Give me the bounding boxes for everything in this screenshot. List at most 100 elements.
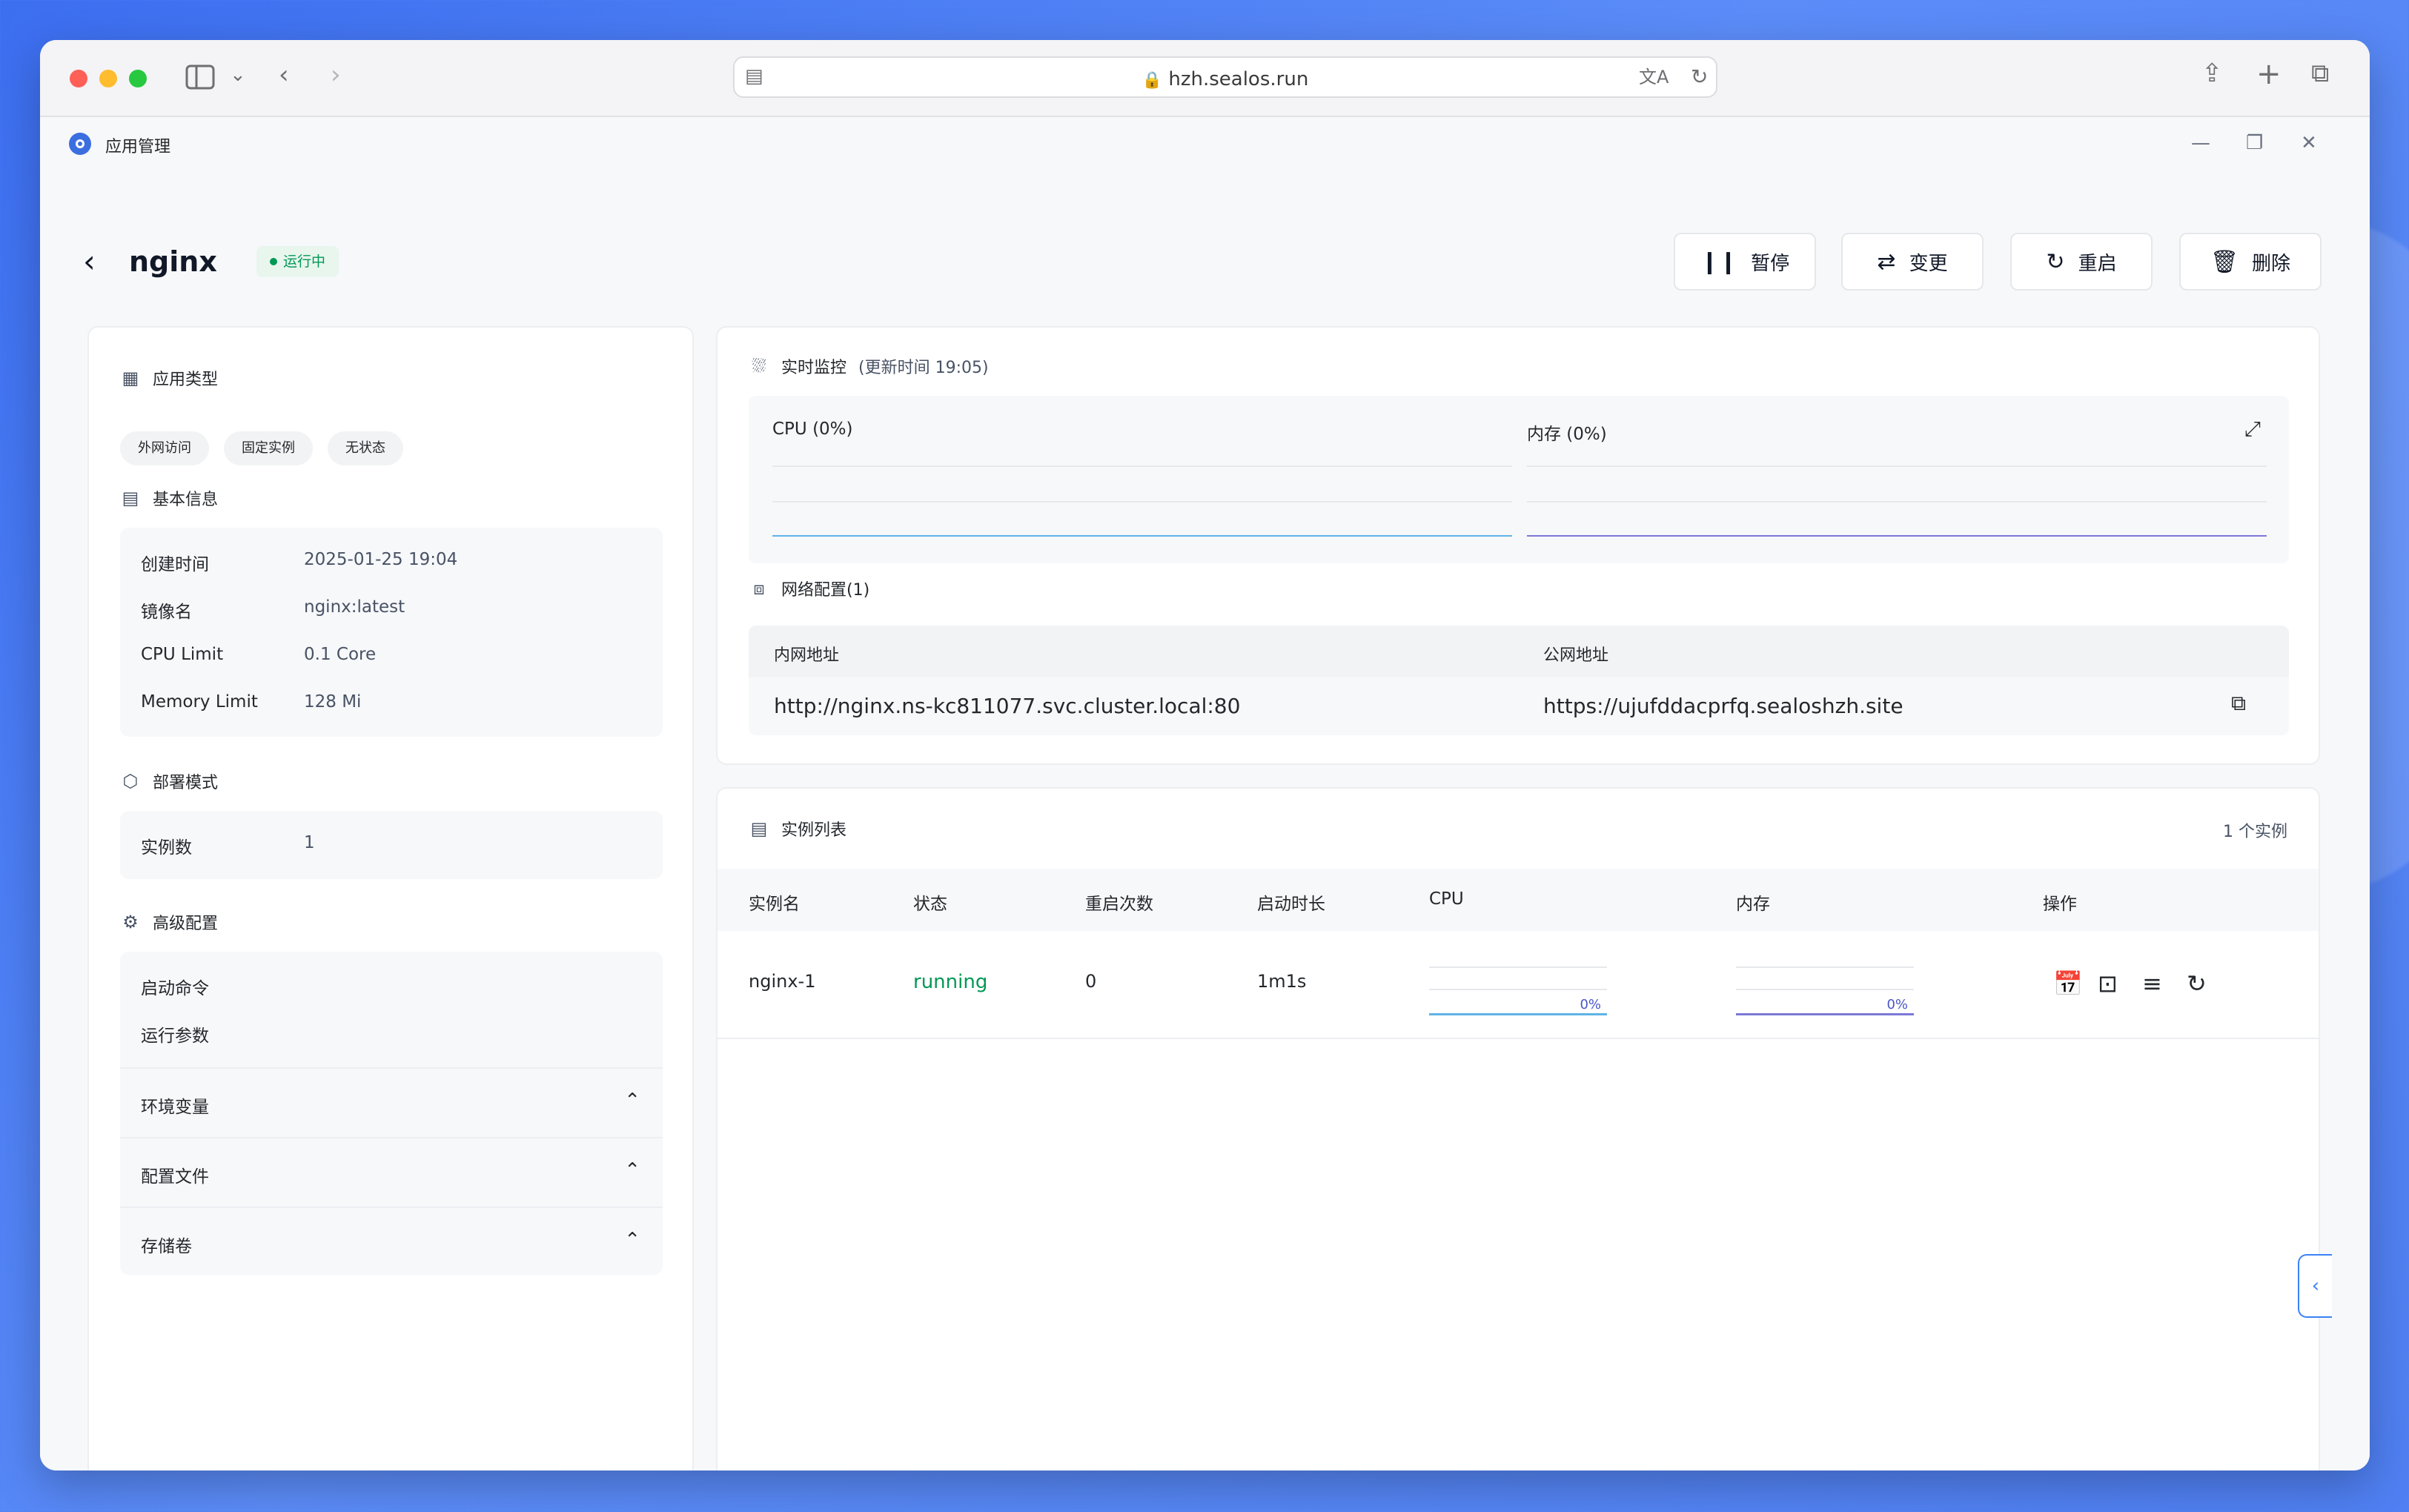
run-args-label: 运行参数 (141, 1027, 209, 1046)
minimize-app-icon[interactable]: — (2191, 132, 2210, 154)
instance-memory-chart: 0% (1736, 966, 1914, 1015)
memory-gridline (1527, 465, 2267, 467)
monitor-network-card: ⛆ 实时监控 (更新时间 19:05) CPU (0%) 内存 (0%) ⤢ ⧈… (716, 326, 2320, 765)
events-icon[interactable]: 📅 (2053, 969, 2083, 998)
image-name-value: nginx:latest (304, 597, 405, 617)
trash-icon: 🗑 (2210, 248, 2239, 275)
back-arrow-icon[interactable]: ‹ (279, 62, 289, 87)
cpu-gridline (772, 465, 1512, 467)
chevron-down-icon[interactable]: ⌄ (230, 65, 246, 84)
env-vars-accordion[interactable]: 环境变量 ⌃ (120, 1067, 663, 1135)
memory-chart-line (1736, 1013, 1914, 1015)
storage-volumes-accordion[interactable]: 存储卷 ⌃ (120, 1207, 663, 1275)
app-name: nginx (129, 245, 217, 278)
restart-button[interactable]: ↻ 重启 (2010, 233, 2153, 291)
app-info-panel: ▦ 应用类型 外网访问 固定实例 无状态 ▤ 基本信息 创建时间 2025-01… (87, 326, 694, 1470)
col-memory: 内存 (1736, 895, 1770, 914)
instance-uptime: 1m1s (1257, 971, 1307, 992)
browser-window: ⌄ ‹ › ▤ 🔒 hzh.sealos.run 文A ↻ ⇪ + ⧉ 应用管理… (40, 40, 2370, 1470)
tag-stateless: 无状态 (328, 431, 403, 465)
share-icon[interactable]: ⇪ (2201, 61, 2223, 86)
monitor-title: ⛆ 实时监控 (更新时间 19:05) (749, 354, 989, 378)
monitor-icon: ⛆ (752, 356, 766, 377)
cpu-limit-value: 0.1 Core (304, 645, 377, 664)
app-title: 应用管理 (105, 138, 171, 156)
public-address-header: 公网地址 (1543, 646, 1609, 665)
cpu-chart-gridline (1429, 966, 1607, 968)
memory-limit-value: 128 Mi (304, 692, 362, 712)
minimize-window-button[interactable] (99, 70, 117, 87)
advanced-config-box: 启动命令 运行参数 环境变量 ⌃ 配置文件 ⌃ 存储卷 ⌃ (120, 952, 663, 1275)
lock-icon: 🔒 (1141, 71, 1163, 90)
internal-address-header: 内网地址 (774, 646, 840, 665)
chevron-up-icon: ⌃ (624, 1159, 640, 1181)
memory-chart-gridline (1736, 966, 1914, 968)
instance-memory-value: 0% (1886, 997, 1908, 1012)
address-bar[interactable]: ▤ 🔒 hzh.sealos.run 文A ↻ (733, 56, 1717, 98)
instance-count: 1 个实例 (2223, 823, 2287, 841)
document-icon: ▤ (122, 488, 139, 508)
tab-overview-icon[interactable]: ⧉ (2311, 61, 2329, 86)
cpu-baseline (772, 535, 1512, 537)
col-status: 状态 (913, 895, 947, 914)
gear-icon: ⚙ (122, 912, 139, 932)
deploy-mode-title: ⬡ 部署模式 (120, 769, 219, 793)
change-button[interactable]: ⇄ 变更 (1841, 233, 1984, 291)
cube-icon: ⬡ (122, 771, 139, 792)
cpu-usage-label: CPU (0%) (772, 420, 853, 439)
app-logo-icon (67, 130, 93, 160)
instance-status: running (913, 971, 988, 993)
network-table-header: 内网地址 公网地址 (749, 626, 2289, 677)
col-uptime: 启动时长 (1257, 895, 1325, 914)
url-text: 🔒 hzh.sealos.run (1141, 68, 1309, 90)
deploy-mode-box: 实例数 1 (120, 811, 663, 879)
cpu-gridline (772, 501, 1512, 503)
memory-limit-label: Memory Limit (141, 692, 258, 712)
close-window-button[interactable] (70, 70, 87, 87)
copy-icon[interactable]: ⧉ (2231, 691, 2246, 716)
public-address-link[interactable]: https://ujufddacprfq.sealoshzh.site (1543, 694, 1903, 718)
basic-info-box: 创建时间 2025-01-25 19:04 镜像名 nginx:latest C… (120, 528, 663, 737)
config-files-accordion[interactable]: 配置文件 ⌃ (120, 1137, 663, 1205)
logs-icon[interactable]: ≡ (2142, 969, 2162, 998)
col-instance-name: 实例名 (749, 895, 800, 914)
cpu-chart-gridline (1429, 989, 1607, 990)
pause-button[interactable]: ❙❙ 暂停 (1674, 233, 1816, 291)
forward-arrow-icon[interactable]: › (331, 62, 341, 87)
instance-cpu-value: 0% (1580, 997, 1601, 1012)
cpu-limit-label: CPU Limit (141, 645, 224, 664)
basic-info-title: ▤ 基本信息 (120, 486, 218, 510)
side-panel-toggle[interactable]: ‹ (2298, 1254, 2332, 1318)
restore-app-icon[interactable]: ❐ (2246, 132, 2263, 154)
monitor-box: CPU (0%) 内存 (0%) ⤢ (749, 396, 2289, 563)
terminal-icon[interactable]: ⊡ (2098, 969, 2118, 998)
memory-gridline (1527, 501, 2267, 503)
browser-toolbar: ⌄ ‹ › ▤ 🔒 hzh.sealos.run 文A ↻ ⇪ + ⧉ (40, 40, 2370, 117)
monitor-updated: (更新时间 19:05) (858, 359, 989, 377)
instances-table-header: 实例名 状态 重启次数 启动时长 CPU 内存 操作 (718, 869, 2319, 931)
delete-button[interactable]: 🗑 删除 (2179, 233, 2322, 291)
cpu-chart-line (1429, 1013, 1607, 1015)
internal-address[interactable]: http://nginx.ns-kc811077.svc.cluster.loc… (774, 694, 1240, 718)
restart-icon: ↻ (2046, 248, 2065, 275)
close-app-icon[interactable]: ✕ (2301, 132, 2317, 154)
back-icon[interactable]: ‹ (83, 243, 96, 279)
col-restarts: 重启次数 (1085, 895, 1153, 914)
chevron-up-icon: ⌃ (624, 1090, 640, 1112)
tag-fixed-instance: 固定实例 (224, 431, 313, 465)
status-badge: 运行中 (256, 246, 339, 277)
sidebar-toggle-icon[interactable] (185, 64, 215, 95)
instances-card: ▤ 实例列表 1 个实例 实例名 状态 重启次数 启动时长 CPU 内存 操作 … (716, 787, 2320, 1470)
instance-restarts: 0 (1085, 971, 1097, 992)
tag-external-access: 外网访问 (120, 431, 209, 465)
reload-icon[interactable]: ↻ (1691, 67, 1708, 87)
zoom-window-button[interactable] (129, 70, 147, 87)
created-time-value: 2025-01-25 19:04 (304, 550, 458, 569)
app-title-bar: 应用管理 — ❐ ✕ (40, 117, 2370, 175)
expand-icon[interactable]: ⤢ (2244, 417, 2261, 442)
translate-icon[interactable]: 文A (1639, 68, 1669, 86)
new-tab-icon[interactable]: + (2256, 59, 2282, 89)
restart-instance-icon[interactable]: ↻ (2187, 969, 2207, 998)
instance-cpu-chart: 0% (1429, 966, 1607, 1015)
image-name-label: 镜像名 (141, 603, 192, 622)
